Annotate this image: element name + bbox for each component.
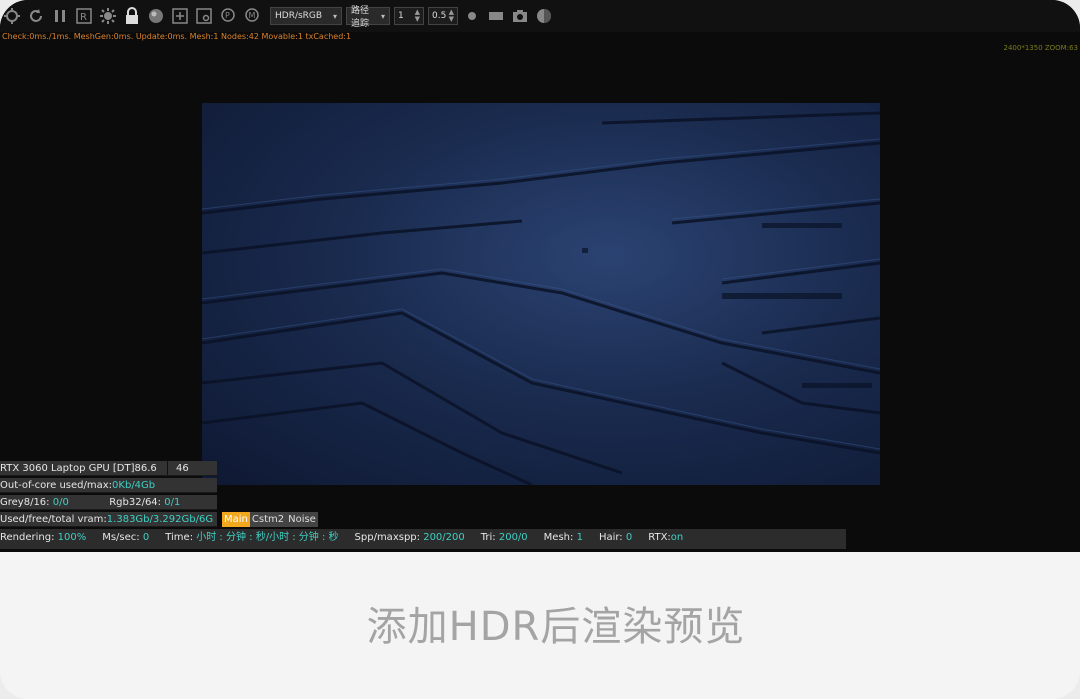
rendering-stat: Rendering: 100% <box>0 529 86 549</box>
pin-p-icon[interactable]: P <box>218 6 238 26</box>
pause-icon[interactable] <box>50 6 70 26</box>
gpu-suffix: 86.6 <box>134 463 157 474</box>
chevron-down-icon: ▾ <box>332 11 337 21</box>
tab-cstm2[interactable]: Cstm2 <box>249 512 287 527</box>
grey-value: 0/0 <box>52 497 69 508</box>
color-space-select[interactable]: HDR/sRGB ▾ <box>270 7 342 25</box>
caption-title: 添加HDR后渲染预览 <box>366 604 746 650</box>
out-of-core-label: Out-of-core used/max: <box>0 480 113 491</box>
info-tabs: Main Cstm2 Noise <box>222 512 318 527</box>
add-light-icon[interactable] <box>194 6 214 26</box>
ms-value: 0 <box>142 532 150 543</box>
gpu-value: 46 <box>167 461 217 475</box>
svg-text:M: M <box>249 11 256 20</box>
settings-icon[interactable] <box>98 6 118 26</box>
svg-text:R: R <box>80 12 87 23</box>
rendering-label: Rendering: <box>0 532 55 543</box>
mesh-stat: Mesh: 1 <box>544 529 583 549</box>
spp-label: Spp/maxspp: <box>354 532 421 543</box>
color-space-value: HDR/sRGB <box>275 11 323 21</box>
render-viewer: R P M HDR/sRGB ▾ 路径追踪 ▾ 1 ▲ ▼ 0.5 ▲ ▼ Ch… <box>0 0 1080 552</box>
ms-label: Ms/sec: <box>102 532 140 543</box>
lock-icon[interactable] <box>122 6 142 26</box>
material-ball-icon[interactable] <box>534 6 554 26</box>
rtx-label: RTX: <box>648 532 671 543</box>
rectangle-icon[interactable] <box>486 6 506 26</box>
value-a: 1 <box>398 11 404 21</box>
render-preview-image <box>202 103 880 485</box>
texture-count-row: Grey8/16: 0/0 Rgb32/64: 0/1 <box>0 495 217 510</box>
out-of-core-row: Out-of-core used/max:0Kb/4Gb <box>0 478 217 493</box>
spp-value: 200/200 <box>423 532 465 543</box>
pin-m-icon[interactable]: M <box>242 6 262 26</box>
vram-label: Used/free/total vram: <box>0 514 107 525</box>
recenter-icon[interactable] <box>2 6 22 26</box>
stepper-arrows-icon[interactable]: ▲ ▼ <box>449 9 454 23</box>
render-mode-select[interactable]: 路径追踪 ▾ <box>346 6 390 29</box>
gpu-info-row: RTX 3060 Laptop GPU [DT]86.6 46 <box>0 461 217 476</box>
sphere-icon[interactable] <box>146 6 166 26</box>
chevron-down-icon: ▾ <box>380 11 385 21</box>
hair-label: Hair: <box>598 532 623 543</box>
hair-value: 0 <box>625 532 633 543</box>
hair-stat: Hair: 0 <box>599 529 632 549</box>
vram-value: 1.383Gb/3.292Gb/6G <box>106 514 214 525</box>
screenshot-frame: R P M HDR/sRGB ▾ 路径追踪 ▾ 1 ▲ ▼ 0.5 ▲ ▼ Ch… <box>0 0 1080 699</box>
grey-label: Grey8/16: <box>0 497 50 508</box>
rtx-value: on <box>670 532 684 543</box>
time-label: Time: <box>165 532 194 543</box>
camera-icon[interactable] <box>510 6 530 26</box>
render-status-bar: Rendering: 100% Ms/sec: 0 Time: 小时 : 分钟 … <box>0 529 846 549</box>
time-stat: Time: 小时 : 分钟 : 秒/小时 : 分钟 : 秒 <box>165 529 338 549</box>
value-b: 0.5 <box>432 11 447 21</box>
timing-status-line: Check:0ms./1ms. MeshGen:0ms. Update:0ms.… <box>2 32 352 41</box>
svg-text:P: P <box>225 11 230 20</box>
time-value: 小时 : 分钟 : 秒/小时 : 分钟 : 秒 <box>196 532 339 543</box>
r-mode-icon[interactable]: R <box>74 6 94 26</box>
rendering-value: 100% <box>57 532 87 543</box>
gpu-name: RTX 3060 Laptop GPU [DT] <box>0 463 135 474</box>
circuit-texture <box>202 111 880 485</box>
tab-main[interactable]: Main <box>222 512 250 527</box>
refresh-icon[interactable] <box>26 6 46 26</box>
rgb-value: 0/1 <box>164 497 181 508</box>
mesh-value: 1 <box>576 532 583 543</box>
rgb-label: Rgb32/64: <box>109 497 162 508</box>
spp-stat: Spp/maxspp: 200/200 <box>355 529 465 549</box>
tri-stat: Tri: 200/0 <box>481 529 528 549</box>
stepper-arrows-icon[interactable]: ▲ ▼ <box>415 9 420 23</box>
value-a-stepper[interactable]: 1 ▲ ▼ <box>394 7 424 25</box>
mesh-label: Mesh: <box>543 532 574 543</box>
out-of-core-value: 0Kb/4Gb <box>112 480 156 491</box>
zoom-readout: 2400*1350 ZOOM:63 <box>1003 44 1078 52</box>
toolbar: R P M HDR/sRGB ▾ 路径追踪 ▾ 1 ▲ ▼ 0.5 ▲ ▼ <box>0 0 1080 32</box>
tri-value: 200/0 <box>498 532 528 543</box>
vram-row: Used/free/total vram:1.383Gb/3.292Gb/6G <box>0 512 217 527</box>
render-mode-value: 路径追踪 <box>351 6 370 29</box>
add-object-icon[interactable] <box>170 6 190 26</box>
value-b-stepper[interactable]: 0.5 ▲ ▼ <box>428 7 458 25</box>
tab-noise[interactable]: Noise <box>286 512 318 527</box>
dot-icon[interactable] <box>462 6 482 26</box>
ms-stat: Ms/sec: 0 <box>102 529 149 549</box>
tri-label: Tri: <box>480 532 496 543</box>
rtx-stat: RTX:on <box>648 529 683 549</box>
